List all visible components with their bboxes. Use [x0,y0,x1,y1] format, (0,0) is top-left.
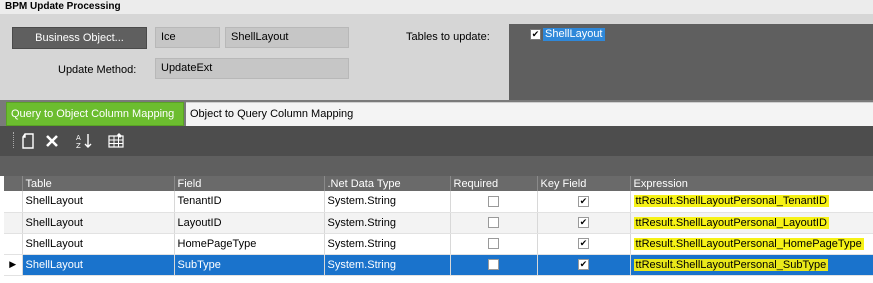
required-checkbox[interactable] [488,238,499,250]
tab-query-to-object[interactable]: Query to Object Column Mapping [6,102,184,126]
expression-text: ttResult.ShellLayoutPersonal_LayoutID [633,216,829,229]
update-method-label: Update Method: [58,64,137,76]
grid-settings-icon[interactable] [106,130,126,152]
key-field-checkbox[interactable]: ✔ [578,195,589,207]
table-row[interactable]: ShellLayout TenantID System.String ✔ ttR… [4,191,873,213]
expression-text: ttResult.ShellLayoutPersonal_HomePageTyp… [633,237,864,250]
cell-net-data-type[interactable]: System.String [324,212,451,234]
column-header-net-data-type[interactable]: .Net Data Type [324,176,451,191]
cell-field[interactable]: LayoutID [174,212,325,234]
business-object-value-field[interactable]: Ice [155,27,220,48]
business-object-name-field[interactable]: ShellLayout [225,27,349,48]
table-row[interactable]: ShellLayout LayoutID System.String ✔ ttR… [4,212,873,234]
cell-field[interactable]: HomePageType [174,233,325,255]
table-item-shelllayout[interactable]: ✔ ShellLayout [530,28,605,41]
required-checkbox[interactable] [488,217,499,229]
cell-expression[interactable]: ttResult.ShellLayoutPersonal_TenantID [630,191,873,213]
expression-text: ttResult.ShellLayoutPersonal_TenantID [633,195,829,208]
key-field-checkbox[interactable]: ✔ [578,259,589,271]
cell-table[interactable]: ShellLayout [22,233,175,255]
cell-expression[interactable]: ttResult.ShellLayoutPersonal_HomePageTyp… [630,233,873,255]
tab-strip: Query to Object Column Mapping Object to… [0,100,873,126]
row-indicator[interactable] [4,212,23,234]
column-header-key-field[interactable]: Key Field [537,176,631,191]
cell-required[interactable] [450,191,538,213]
cell-key-field[interactable]: ✔ [537,212,631,234]
cell-table[interactable]: ShellLayout [22,212,175,234]
expression-text: ttResult.ShellLayoutPersonal_SubType [633,258,829,271]
cell-net-data-type[interactable]: System.String [324,191,451,213]
svg-text:A: A [76,134,81,142]
title-bar: BPM Update Processing [0,0,873,14]
cell-table[interactable]: ShellLayout [22,191,175,213]
delete-icon[interactable] [42,130,62,152]
mapping-grid: Table Field .Net Data Type Required Key … [4,176,873,276]
cell-field[interactable]: SubType [174,254,325,276]
column-header-field[interactable]: Field [174,176,325,191]
cell-required[interactable] [450,212,538,234]
cell-key-field[interactable]: ✔ [537,254,631,276]
cell-net-data-type[interactable]: System.String [324,233,451,255]
business-object-button[interactable]: Business Object... [12,27,147,49]
header-panel: Business Object... Ice ShellLayout Updat… [0,14,873,100]
cell-key-field[interactable]: ✔ [537,191,631,213]
row-indicator[interactable] [4,233,23,255]
tab-object-to-query[interactable]: Object to Query Column Mapping [186,102,873,126]
cell-field[interactable]: TenantID [174,191,325,213]
table-checkbox[interactable]: ✔ [530,29,541,40]
window-title: BPM Update Processing [5,1,121,12]
cell-required[interactable] [450,233,538,255]
cell-table[interactable]: ShellLayout [22,254,175,276]
table-row-selected[interactable]: ▶ ShellLayout SubType System.String ✔ tt… [4,254,873,276]
grid-group-area [0,156,873,176]
column-header-required[interactable]: Required [450,176,538,191]
cell-required[interactable] [450,254,538,276]
tables-to-update-list[interactable]: ✔ ShellLayout [509,24,873,100]
column-header-table[interactable]: Table [22,176,175,191]
cell-key-field[interactable]: ✔ [537,233,631,255]
toolbar-grip [13,132,15,148]
cell-expression[interactable]: ttResult.ShellLayoutPersonal_SubType [630,254,873,276]
grid-toolbar: A Z [0,126,873,156]
sort-az-icon[interactable]: A Z [74,130,94,152]
key-field-checkbox[interactable]: ✔ [578,238,589,250]
column-header-expression[interactable]: Expression [630,176,873,191]
update-method-field[interactable]: UpdateExt [155,58,349,79]
svg-text:Z: Z [76,142,81,150]
table-item-label: ShellLayout [543,28,605,41]
cell-expression[interactable]: ttResult.ShellLayoutPersonal_LayoutID [630,212,873,234]
required-checkbox[interactable] [488,195,499,207]
row-indicator[interactable] [4,191,23,213]
key-field-checkbox[interactable]: ✔ [578,217,589,229]
column-header-indicator [4,176,23,191]
required-checkbox[interactable] [488,259,499,271]
table-row[interactable]: ShellLayout HomePageType System.String ✔… [4,233,873,255]
new-icon[interactable] [18,130,38,152]
cell-net-data-type[interactable]: System.String [324,254,451,276]
row-indicator-arrow-icon[interactable]: ▶ [4,254,23,276]
tables-to-update-label: Tables to update: [406,31,490,43]
